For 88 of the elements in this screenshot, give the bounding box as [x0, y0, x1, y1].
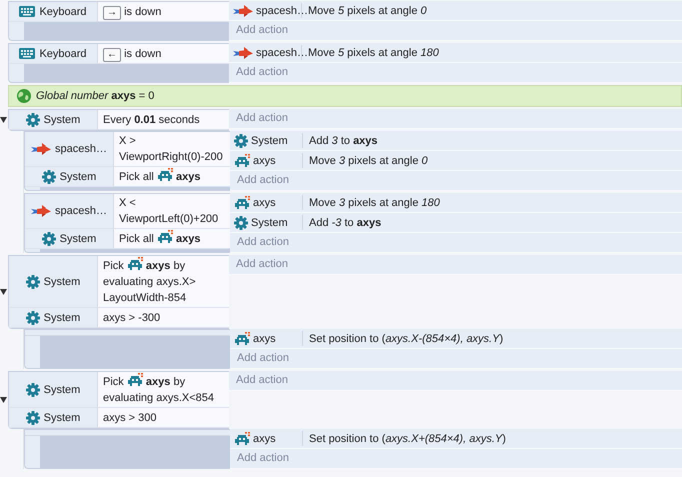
object-name: System	[44, 114, 80, 126]
action-text: Set position to (axys.X-(854×4), axys.Y)	[308, 332, 504, 344]
action-row[interactable]: axys Set position to (axys.X-(854×4), axys.Y)	[230, 329, 682, 349]
action-row[interactable]: axys Move 3 pixels at angle 180	[230, 193, 682, 213]
collapse-arrow-icon[interactable]	[0, 289, 7, 295]
spaceship-icon	[31, 205, 51, 217]
condition-text: axys	[176, 233, 200, 245]
object-name: System	[251, 216, 288, 228]
keyboard-icon	[19, 48, 36, 59]
invader-icon	[126, 373, 143, 387]
action-text: Add 3 to axys	[308, 134, 378, 146]
object-name: axys	[253, 196, 276, 208]
object-cell[interactable]: System	[9, 308, 98, 327]
action-text: Move 3 pixels at angle 0	[308, 154, 428, 166]
variable-text: Global number axys = 0	[36, 90, 154, 102]
object-cell[interactable]: System	[9, 110, 98, 129]
invader-icon	[234, 154, 250, 168]
gear-icon	[26, 112, 40, 126]
action-row[interactable]: axys Move 3 pixels at angle 0	[230, 151, 682, 171]
action-text: Set position to (axys.X+(854×4), axys.Y)	[308, 432, 506, 444]
object-name: spacesh…	[55, 143, 107, 155]
object-name: System	[44, 412, 80, 424]
object-name: Keyboard	[39, 48, 87, 60]
condition-text: axys > 300	[103, 412, 157, 424]
invader-icon	[126, 257, 143, 271]
arrow-key: ←	[103, 48, 121, 62]
gear-icon	[42, 232, 56, 246]
gear-icon	[42, 170, 56, 184]
condition-text: Pick all	[119, 233, 154, 245]
condition-cell[interactable]: Pick all axys	[114, 229, 230, 248]
condition-text: is down	[124, 6, 162, 18]
collapse-arrow-icon[interactable]	[0, 397, 7, 403]
spaceship-icon	[233, 4, 253, 16]
invader-icon	[234, 196, 250, 210]
condition-text: axys > -300	[103, 312, 160, 324]
object-name: axys	[253, 332, 276, 344]
spaceship-icon	[233, 46, 253, 58]
collapse-arrow-icon[interactable]	[0, 117, 7, 123]
object-cell[interactable]: System	[9, 408, 98, 427]
action-row[interactable]: spacesh…Move 5 pixels at angle 180	[229, 43, 682, 63]
condition-cell[interactable]: ← is down	[98, 44, 229, 63]
object-name: Keyboard	[39, 6, 87, 18]
condition-text: axys by	[146, 260, 186, 272]
action-row[interactable]: System Add 3 to axys	[230, 131, 682, 151]
object-name: System	[44, 312, 80, 324]
action-text: Add -3 to axys	[308, 216, 382, 228]
object-name: spacesh…	[256, 4, 308, 16]
action-row[interactable]: axys Set position to (axys.X+(854×4), axys.Y)	[230, 429, 682, 449]
gear-icon	[234, 216, 248, 230]
gear-icon	[234, 134, 248, 148]
condition-text: axys	[176, 171, 200, 183]
arrow-key: →	[103, 6, 121, 20]
invader-icon	[234, 332, 250, 346]
object-name: System	[60, 170, 96, 182]
object-name: System	[44, 384, 80, 396]
condition-text: Pick	[103, 260, 124, 272]
invader-icon	[156, 168, 173, 182]
gear-icon	[26, 382, 40, 396]
condition-text: axys by	[146, 376, 186, 388]
condition-text: Pick	[103, 376, 124, 388]
condition-text: evaluating axys.X<854	[103, 391, 214, 406]
condition-cell[interactable]: axys > 300	[98, 408, 229, 427]
action-row[interactable]: spacesh…Move 5 pixels at angle 0	[229, 1, 682, 21]
gear-icon	[26, 310, 40, 324]
global-variable-row[interactable]: Global number axys = 0	[8, 85, 682, 107]
condition-cell[interactable]: → is down	[98, 2, 229, 21]
condition-text: Pick all	[119, 171, 154, 183]
invader-icon	[156, 230, 173, 244]
action-row[interactable]: System Add -3 to axys	[230, 213, 682, 233]
condition-text: is down	[124, 48, 162, 60]
invader-icon	[234, 432, 250, 446]
object-name: axys	[253, 154, 276, 166]
object-name: System	[251, 134, 288, 146]
object-name: spacesh…	[55, 205, 107, 217]
keyboard-icon	[19, 6, 36, 17]
condition-text: Every 0.01 seconds	[103, 114, 200, 126]
action-text: Move 3 pixels at angle 180	[308, 196, 440, 208]
condition-cell[interactable]: Every 0.01 seconds	[98, 110, 229, 129]
spaceship-icon	[31, 143, 51, 155]
object-name: axys	[253, 432, 276, 444]
object-name: System	[60, 232, 96, 244]
condition-cell[interactable]: Pick all axys	[114, 167, 230, 186]
object-name: System	[44, 276, 80, 288]
condition-cell[interactable]: axys > -300	[98, 308, 229, 327]
object-name: spacesh…	[256, 46, 308, 58]
gear-icon	[26, 410, 40, 424]
globe-icon	[17, 89, 31, 103]
gear-icon	[26, 274, 40, 288]
